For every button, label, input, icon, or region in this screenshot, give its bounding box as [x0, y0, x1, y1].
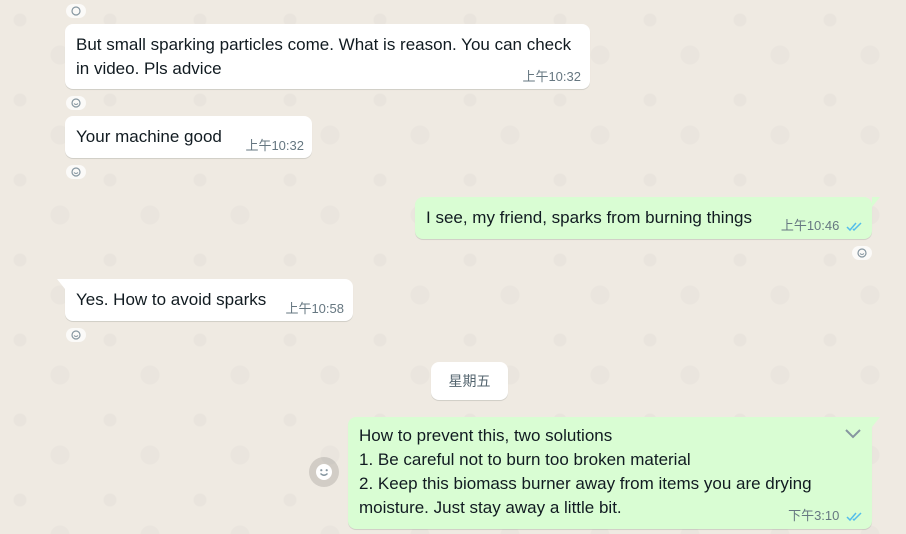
- message-time: 下午3:10: [788, 508, 840, 523]
- message-meta: 上午10:46: [781, 215, 864, 235]
- date-divider: 星期五: [431, 362, 508, 400]
- message-bubble-incoming[interactable]: Your machine good 上午10:32: [65, 116, 312, 158]
- bubble-tail: [57, 279, 65, 289]
- message-bubble-incoming[interactable]: But small sparking particles come. What …: [65, 24, 590, 89]
- message-time: 上午10:32: [522, 69, 581, 84]
- message-text: I see, my friend, sparks from burning th…: [426, 208, 752, 227]
- message-meta: 下午3:10: [788, 505, 864, 525]
- add-reaction-icon[interactable]: [66, 165, 86, 179]
- emoji-icon[interactable]: [309, 457, 339, 487]
- add-reaction-icon[interactable]: [852, 246, 872, 260]
- add-reaction-icon[interactable]: [66, 328, 86, 342]
- message-text: But small sparking particles come. What …: [76, 35, 572, 78]
- message-time: 上午10:58: [285, 301, 344, 316]
- message-bubble-outgoing[interactable]: How to prevent this, two solutions 1. Be…: [348, 417, 880, 529]
- add-reaction-icon[interactable]: [66, 4, 86, 18]
- double-check-icon: [846, 220, 864, 235]
- message-text: Your machine good: [76, 127, 222, 146]
- message-time: 上午10:32: [245, 138, 304, 153]
- message-bubble-outgoing[interactable]: I see, my friend, sparks from burning th…: [415, 197, 880, 239]
- bubble-tail: [872, 417, 880, 427]
- message-time: 上午10:46: [780, 218, 840, 233]
- chevron-down-icon[interactable]: [844, 427, 862, 445]
- double-check-icon: [846, 510, 864, 525]
- message-text: Yes. How to avoid sparks: [76, 290, 267, 309]
- bubble-tail: [872, 197, 880, 207]
- message-text: How to prevent this, two solutions 1. Be…: [359, 426, 812, 517]
- message-bubble-incoming[interactable]: Yes. How to avoid sparks 上午10:58: [57, 279, 353, 321]
- add-reaction-icon[interactable]: [66, 96, 86, 110]
